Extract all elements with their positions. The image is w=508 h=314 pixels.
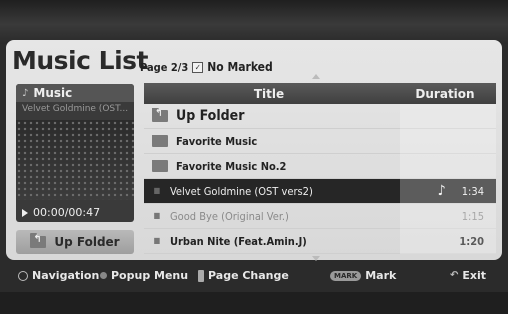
table-header: Title Duration xyxy=(144,83,496,104)
playback-time: 00:00/00:47 xyxy=(22,206,100,219)
music-file-icon: ■ xyxy=(153,186,161,195)
help-popup-menu-label: Popup Menu xyxy=(111,269,189,282)
up-folder-button-label: Up Folder xyxy=(54,235,120,249)
help-popup-menu: Popup Menu xyxy=(100,269,188,282)
column-header-duration: Duration xyxy=(415,86,475,101)
row-title: Favorite Music xyxy=(176,134,258,148)
now-playing-title: Velvet Goldmine (OST... xyxy=(22,104,129,114)
scroll-up-arrow-icon[interactable] xyxy=(312,74,320,79)
mark-key-icon: MARK xyxy=(330,270,362,281)
page-change-icon xyxy=(198,269,204,282)
page-indicator: Page 2/3 xyxy=(140,60,189,74)
up-folder-icon xyxy=(30,233,47,248)
help-mark-label: Mark xyxy=(365,269,397,282)
row-title: Good Bye (Original Ver.) xyxy=(170,209,289,223)
marked-status: No Marked xyxy=(207,60,273,74)
music-file-icon: ■ xyxy=(153,236,161,245)
time-readout: 00:00/00:47 xyxy=(33,206,101,219)
folder-icon xyxy=(152,134,168,147)
preview-panel: ♪ Music Velvet Goldmine (OST... 00:00/00… xyxy=(16,84,134,222)
help-bar: Navigation Popup Menu Page Change MARK M… xyxy=(0,262,508,290)
checkbox-icon: ✓ xyxy=(192,61,204,73)
row-title: Velvet Goldmine (OST vers2) xyxy=(170,184,313,198)
help-exit: ↶ Exit xyxy=(450,269,486,282)
album-art xyxy=(16,120,134,200)
up-folder-button[interactable]: Up Folder xyxy=(16,230,134,254)
help-navigation-label: Navigation xyxy=(32,269,100,282)
row-title: Favorite Music No.2 xyxy=(176,159,287,173)
page-info: Page 2/3 ✓ No Marked xyxy=(140,60,273,74)
help-page-change: Page Change xyxy=(198,269,289,282)
play-icon xyxy=(22,208,28,217)
column-header-title: Title xyxy=(253,86,285,101)
duration-column-shade xyxy=(400,104,496,254)
top-backdrop xyxy=(0,0,508,44)
folder-icon xyxy=(152,159,168,172)
music-file-icon: ■ xyxy=(153,211,161,220)
help-page-change-label: Page Change xyxy=(208,269,289,282)
exit-icon: ↶ xyxy=(450,270,459,281)
row-title: Urban Nite (Feat.Amin.J) xyxy=(170,234,307,248)
bottom-strip xyxy=(0,292,508,314)
help-navigation: Navigation xyxy=(18,269,99,282)
row-title: Up Folder xyxy=(176,108,245,124)
help-exit-label: Exit xyxy=(462,269,487,282)
up-folder-icon xyxy=(152,108,168,122)
preview-category: Music xyxy=(33,86,73,100)
navigation-icon xyxy=(18,270,28,281)
help-mark: MARK Mark xyxy=(330,269,396,282)
page-title: Music List xyxy=(12,46,148,75)
preview-header: ♪ Music xyxy=(16,84,134,102)
music-icon: ♪ xyxy=(22,87,29,99)
music-table: Title Duration Up Folder Favorite Music … xyxy=(144,83,496,254)
scroll-down-arrow-icon[interactable] xyxy=(312,256,320,261)
popup-menu-icon xyxy=(100,272,107,279)
